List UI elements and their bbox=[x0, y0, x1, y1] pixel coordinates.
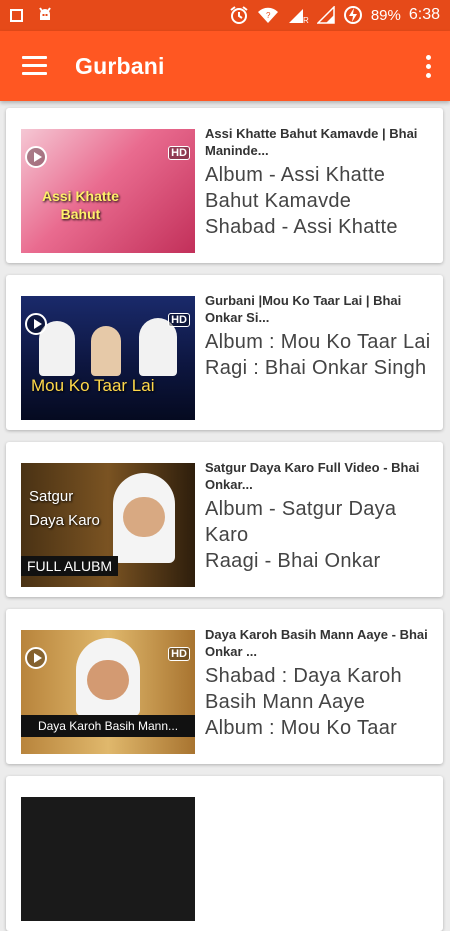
overflow-menu-icon[interactable] bbox=[426, 55, 432, 82]
battery-percent: 89% bbox=[370, 6, 401, 24]
play-icon bbox=[25, 313, 47, 335]
svg-text:?: ? bbox=[266, 11, 271, 20]
signal-icon bbox=[316, 6, 335, 24]
video-title: Assi Khatte Bahut Kamavde | Bhai Maninde… bbox=[205, 126, 418, 158]
android-debug-icon bbox=[39, 7, 51, 20]
full-album-label: FULL ALUBM bbox=[21, 556, 119, 576]
description-line: Shabad : Daya Karoh Basih Mann Aaye bbox=[205, 665, 402, 713]
video-title: Daya Karoh Basih Mann Aaye - Bhai Onkar … bbox=[205, 627, 428, 659]
video-description: Album - Assi Khatte Bahut Kamavde Shabad… bbox=[205, 162, 437, 240]
notification-square-icon bbox=[10, 8, 23, 22]
description-line: Album : Mou Ko Taar bbox=[205, 717, 398, 739]
description-line: Album : Mou Ko Taar Lai bbox=[205, 331, 431, 353]
description-line: Album - Assi Khatte Bahut Kamavde bbox=[205, 164, 386, 212]
wifi-icon: ? bbox=[257, 7, 278, 23]
video-thumbnail[interactable]: Satgur Daya Karo FULL ALUBM bbox=[21, 463, 195, 587]
signal-roaming-icon: R bbox=[288, 9, 309, 24]
video-title: Gurbani |Mou Ko Taar Lai | Bhai Onkar Si… bbox=[205, 293, 402, 325]
thumbnail-caption: Mou Ko Taar Lai bbox=[31, 376, 155, 395]
thumbnail-caption: Satgur Daya Karo bbox=[29, 488, 100, 529]
video-card[interactable]: HD Daya Karoh Basih Mann... Daya Karoh B… bbox=[6, 609, 443, 764]
video-description: Album : Mou Ko Taar Lai Ragi : Bhai Onka… bbox=[205, 329, 437, 381]
status-bar: ? R 89% 6:38 bbox=[0, 0, 450, 31]
description-line: Ragi : Bhai Onkar Singh bbox=[205, 357, 427, 379]
hd-badge: HD bbox=[168, 313, 190, 327]
description-line: Raagi - Bhai Onkar bbox=[205, 550, 381, 572]
description-line: Album - Satgur Daya Karo bbox=[205, 498, 397, 546]
video-thumbnail[interactable]: HD Daya Karoh Basih Mann... bbox=[21, 630, 195, 754]
alarm-icon bbox=[230, 6, 248, 24]
hamburger-menu-icon[interactable] bbox=[22, 56, 47, 76]
singer-face bbox=[123, 497, 165, 537]
play-icon bbox=[25, 146, 47, 168]
hd-badge: HD bbox=[168, 146, 190, 160]
singer-face bbox=[87, 660, 129, 700]
battery-saver-icon bbox=[343, 6, 362, 24]
singer-figure bbox=[91, 326, 121, 376]
app-title: Gurbani bbox=[75, 53, 165, 79]
hd-badge: HD bbox=[168, 647, 190, 661]
play-icon bbox=[25, 647, 47, 669]
thumbnail-caption: Assi Khatte Bahut bbox=[41, 188, 120, 222]
thumbnail-caption: Daya Karoh Basih Mann... bbox=[21, 715, 195, 737]
description-line: Shabad - Assi Khatte bbox=[205, 216, 398, 238]
svg-text:R: R bbox=[303, 16, 309, 24]
app-bar: Gurbani bbox=[0, 31, 450, 101]
video-card[interactable]: Satgur Daya Karo FULL ALUBM Satgur Daya … bbox=[6, 442, 443, 597]
video-thumbnail[interactable]: HD Mou Ko Taar Lai bbox=[21, 296, 195, 420]
video-description: Shabad : Daya Karoh Basih Mann Aaye Albu… bbox=[205, 663, 437, 741]
video-card[interactable]: HD Assi Khatte Bahut Assi Khatte Bahut K… bbox=[6, 108, 443, 263]
video-card-partial[interactable] bbox=[6, 776, 443, 931]
video-title: Satgur Daya Karo Full Video - Bhai Onkar… bbox=[205, 460, 420, 492]
video-description: Album - Satgur Daya Karo Raagi - Bhai On… bbox=[205, 496, 437, 574]
clock: 6:38 bbox=[408, 6, 440, 23]
video-card[interactable]: HD Mou Ko Taar Lai Gurbani |Mou Ko Taar … bbox=[6, 275, 443, 430]
video-thumbnail[interactable]: HD Assi Khatte Bahut bbox=[21, 129, 195, 253]
video-thumbnail[interactable] bbox=[21, 797, 195, 921]
